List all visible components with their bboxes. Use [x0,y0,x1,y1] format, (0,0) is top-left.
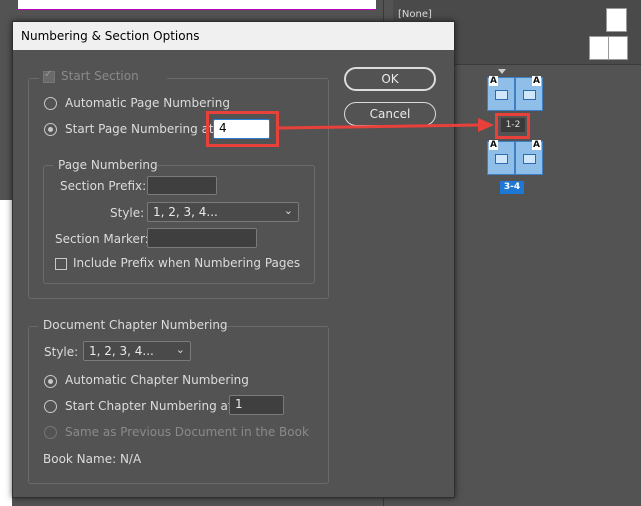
callout-arrow [278,118,494,132]
